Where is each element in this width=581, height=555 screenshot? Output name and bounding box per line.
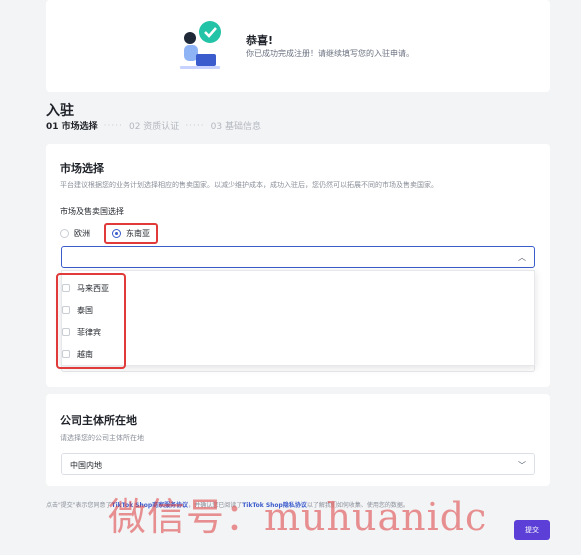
- chevron-up-icon: ︿: [518, 253, 526, 262]
- region-option-europe[interactable]: 欧洲: [60, 225, 90, 242]
- congrats-card: 恭喜! 你已成功完成注册！请继续填写您的入驻申请。: [46, 0, 550, 92]
- success-illustration-icon: [180, 21, 221, 69]
- region-label: 欧洲: [74, 229, 90, 238]
- submit-button[interactable]: 提交: [514, 520, 550, 540]
- step-2: 02 资质认证: [128, 122, 180, 132]
- region-radio-group: 欧洲 东南亚: [60, 223, 172, 244]
- country-label: 菲律宾: [77, 327, 101, 337]
- page-title: 入驻: [46, 103, 74, 119]
- radio-checked-icon: [112, 229, 121, 238]
- company-description: 请选择您的公司主体所在地: [60, 434, 144, 442]
- country-option-vietnam[interactable]: 越南: [62, 343, 120, 365]
- checkbox-icon: [62, 284, 70, 292]
- radio-icon: [60, 229, 69, 238]
- region-option-southeast-asia[interactable]: 东南亚: [104, 223, 158, 244]
- company-location-select[interactable]: 中国内地 ﹀: [61, 453, 535, 475]
- company-section-title: 公司主体所在地: [60, 414, 137, 427]
- company-location-value: 中国内地: [70, 461, 102, 470]
- checkbox-icon: [62, 350, 70, 358]
- country-label: 泰国: [77, 305, 93, 315]
- market-section-title: 市场选择: [60, 162, 104, 175]
- country-option-thailand[interactable]: 泰国: [62, 299, 120, 321]
- country-label: 越南: [77, 349, 93, 359]
- country-select[interactable]: ︿: [61, 246, 535, 268]
- watermark-text: 微信号：muhuanidc: [108, 495, 488, 539]
- checkbox-icon: [62, 306, 70, 314]
- country-option-philippines[interactable]: 菲律宾: [62, 321, 120, 343]
- country-options-list: 马来西亚 泰国 菲律宾 越南: [56, 273, 126, 369]
- market-description: 平台建议根据您的业务计划选择相应的售卖国家。以减少维护成本，成功入驻后，您仍然可…: [60, 181, 438, 189]
- region-label: 东南亚: [126, 229, 150, 238]
- market-field-label: 市场及售卖国选择: [60, 207, 124, 216]
- step-3: 03 基础信息: [210, 122, 261, 132]
- company-card: 公司主体所在地 请选择您的公司主体所在地 中国内地 ﹀: [46, 394, 550, 486]
- step-indicator: 01 市场选择 ····· 02 资质认证 ····· 03 基础信息: [46, 119, 261, 133]
- country-option-malaysia[interactable]: 马来西亚: [62, 277, 120, 299]
- country-dropdown: [61, 270, 535, 366]
- country-label: 马来西亚: [77, 283, 109, 293]
- checkbox-icon: [62, 328, 70, 336]
- step-1: 01 市场选择: [46, 122, 98, 132]
- market-card: 市场选择 平台建议根据您的业务计划选择相应的售卖国家。以减少维护成本，成功入驻后…: [46, 144, 550, 387]
- agreement-prefix: 点击"提交"表示您同意了: [46, 502, 112, 509]
- congrats-subtitle: 你已成功完成注册！请继续填写您的入驻申请。: [246, 49, 414, 58]
- chevron-down-icon: ﹀: [518, 461, 526, 470]
- step-separator: ·····: [103, 120, 123, 131]
- congrats-title: 恭喜!: [246, 34, 274, 47]
- step-separator: ·····: [185, 120, 205, 131]
